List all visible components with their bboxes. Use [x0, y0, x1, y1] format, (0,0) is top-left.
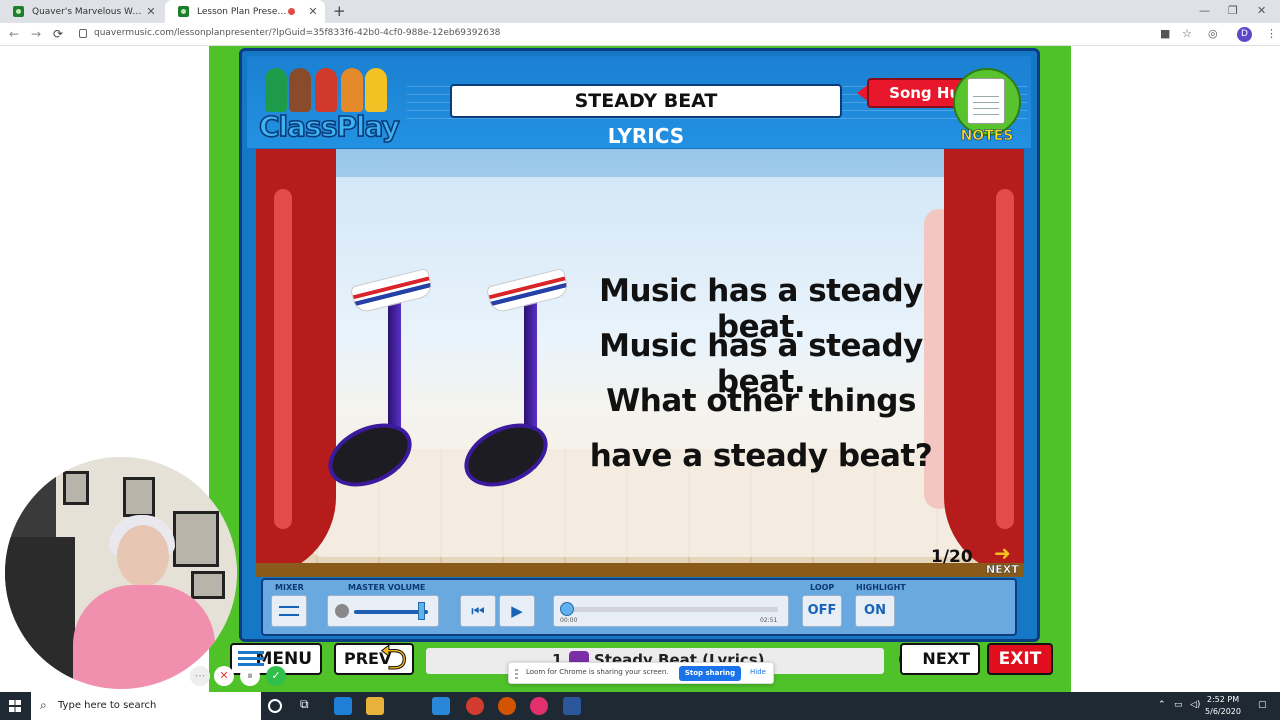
clock-time: 2:52 PM: [1206, 695, 1240, 704]
volume-knob[interactable]: [417, 602, 425, 620]
total-time: 02:51: [760, 617, 778, 624]
reload-icon[interactable]: ⟳: [53, 27, 63, 41]
close-window-icon[interactable]: ✕: [1257, 4, 1266, 17]
prev-arrow-icon[interactable]: ⮌: [379, 641, 407, 676]
network-icon[interactable]: ▭: [1174, 700, 1183, 710]
seek-bar[interactable]: 00:00 02:51: [553, 595, 789, 627]
new-tab-button[interactable]: +: [333, 2, 346, 20]
play-button[interactable]: ▶: [499, 595, 535, 627]
section-subtitle: LYRICS: [607, 124, 685, 148]
seek-track: [564, 607, 778, 612]
page-content: ClassPlay STEADY BEAT LYRICS Song Hub NO…: [0, 46, 1280, 692]
menu-kebab-icon[interactable]: ⋮: [1266, 27, 1277, 40]
seek-knob[interactable]: [560, 602, 574, 616]
taskbar-clock[interactable]: 2:52 PM 5/6/2020: [1198, 694, 1248, 718]
audio-player: MIXER MASTER VOLUME ⏮ ▶ 00:00 02:51 LOOP…: [261, 578, 1017, 636]
exit-button[interactable]: EXIT: [987, 643, 1053, 675]
forward-icon[interactable]: →: [31, 27, 41, 41]
classplay-header: ClassPlay STEADY BEAT LYRICS Song Hub NO…: [247, 56, 1031, 148]
tab-quaver-world[interactable]: Quaver's Marvelous World Of Mu ✕: [0, 0, 163, 23]
bookmark-star-icon[interactable]: ☆: [1182, 27, 1192, 40]
loom-sharing-bar: Loom for Chrome is sharing your screen. …: [508, 662, 774, 684]
tab-lesson-plan-presenter[interactable]: Lesson Plan Presenter ✕: [165, 0, 325, 23]
speaker-icon: [335, 604, 349, 618]
quarter-note-character-2: [454, 259, 571, 499]
quaver-favicon-icon: [178, 6, 189, 17]
mixer-label: MIXER: [275, 583, 304, 592]
itunes-icon[interactable]: [530, 697, 548, 715]
chrome-icon[interactable]: [466, 697, 484, 715]
stop-sharing-button[interactable]: Stop sharing: [679, 666, 741, 681]
mail-icon[interactable]: [432, 697, 450, 715]
search-icon: ⌕: [40, 698, 47, 712]
quarter-note-character-1: [318, 259, 435, 499]
search-placeholder: Type here to search: [58, 700, 157, 711]
classplay-logo-text: ClassPlay: [258, 109, 400, 144]
lock-icon[interactable]: [79, 29, 87, 38]
recording-controls: ⋯ ✕ ⏸ ✓: [190, 664, 296, 688]
clock-date: 5/6/2020: [1205, 707, 1241, 716]
pause-recording-icon[interactable]: ⏸: [240, 666, 260, 686]
windows-taskbar: ⌕ Type here to search ⧉ ⌃ ▭ ◁) 2:52 PM 5…: [0, 692, 1280, 720]
tab-close-icon[interactable]: ✕: [307, 5, 319, 18]
skip-back-button[interactable]: ⏮: [460, 595, 496, 627]
lyrics-stage: Music has a steady beat. Music has a ste…: [256, 149, 1024, 577]
notepad-icon: [967, 78, 1005, 124]
restore-window-icon[interactable]: ❐: [1228, 4, 1238, 17]
file-explorer-icon[interactable]: [366, 697, 384, 715]
lyric-line: What other things: [606, 383, 916, 419]
quaver-favicon-icon: [13, 6, 24, 17]
notes-button[interactable]: NOTES: [949, 68, 1025, 150]
song-title: STEADY BEAT: [450, 84, 842, 118]
stage-edge: [256, 563, 1024, 577]
classplay-logo: ClassPlay: [258, 68, 404, 148]
mixer-button[interactable]: [271, 595, 307, 627]
tray-chevron-icon[interactable]: ⌃: [1158, 700, 1166, 710]
task-view-icon[interactable]: ⧉: [300, 697, 318, 715]
next-arrow-icon[interactable]: ➜: [994, 541, 1011, 565]
hide-button[interactable]: Hide: [750, 668, 766, 676]
loom-sharing-message: Loom for Chrome is sharing your screen.: [526, 668, 669, 676]
firefox-icon[interactable]: [498, 697, 516, 715]
recording-indicator-icon: [288, 8, 295, 15]
master-volume-label: MASTER VOLUME: [348, 583, 426, 592]
current-time: 00:00: [560, 617, 578, 624]
notifications-icon[interactable]: ▢: [1258, 700, 1267, 710]
webcam-bubble[interactable]: [5, 457, 237, 689]
tab-title: Lesson Plan Presenter: [197, 6, 288, 17]
next-button[interactable]: NEXT: [900, 643, 980, 675]
next-slide-button[interactable]: NEXT: [986, 563, 1019, 576]
notes-label: NOTES: [960, 128, 1014, 145]
loop-toggle[interactable]: OFF: [802, 595, 842, 627]
windows-start-icon[interactable]: [9, 700, 21, 712]
extension-icon[interactable]: ◎: [1208, 27, 1218, 40]
taskbar-search[interactable]: ⌕ Type here to search: [31, 692, 261, 720]
drag-handle-icon[interactable]: [515, 669, 518, 679]
browser-tab-strip: Quaver's Marvelous World Of Mu ✕ Lesson …: [0, 0, 1280, 23]
camera-icon[interactable]: ■: [1160, 27, 1170, 40]
lyric-line: have a steady beat?: [589, 438, 933, 474]
master-volume-slider[interactable]: [327, 595, 439, 627]
cortana-icon[interactable]: [268, 699, 282, 713]
more-options-icon[interactable]: ⋯: [190, 666, 210, 686]
address-bar: ← → ⟳ quavermusic.com/lessonplanpresente…: [0, 23, 1280, 46]
page-counter: 1/20: [931, 547, 973, 567]
url-field[interactable]: quavermusic.com/lessonplanpresenter/?lpG…: [94, 28, 500, 38]
word-icon[interactable]: [563, 697, 581, 715]
profile-avatar[interactable]: D: [1237, 27, 1252, 42]
edge-icon[interactable]: [334, 697, 352, 715]
back-icon[interactable]: ←: [9, 27, 19, 41]
minimize-window-icon[interactable]: —: [1199, 4, 1210, 17]
tab-title: Quaver's Marvelous World Of Mu: [32, 6, 145, 17]
tab-close-icon[interactable]: ✕: [145, 5, 157, 18]
loop-label: LOOP: [810, 583, 835, 592]
highlight-toggle[interactable]: ON: [855, 595, 895, 627]
classplay-frame: ClassPlay STEADY BEAT LYRICS Song Hub NO…: [239, 48, 1040, 642]
finish-recording-icon[interactable]: ✓: [266, 666, 286, 686]
cancel-recording-icon[interactable]: ✕: [214, 666, 234, 686]
next-label: NEXT: [922, 649, 970, 668]
highlight-label: HIGHLIGHT: [856, 583, 906, 592]
